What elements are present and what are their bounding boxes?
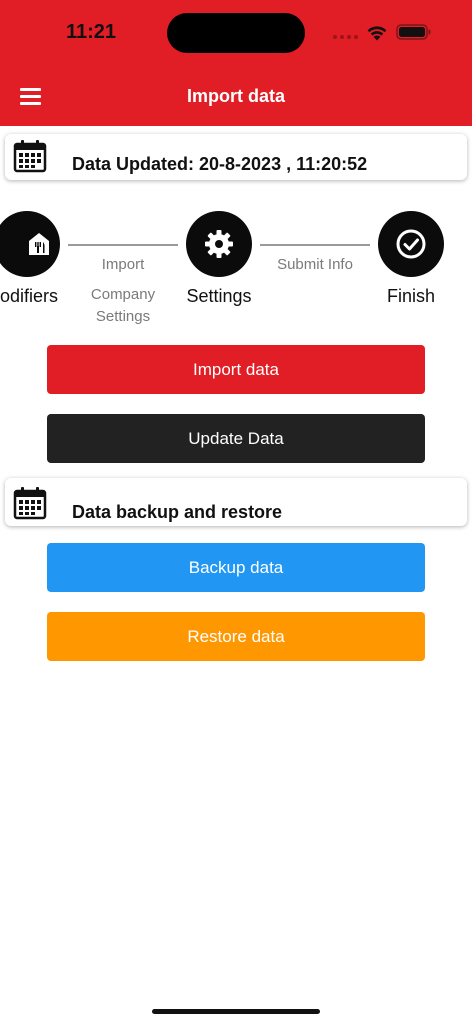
import-stepper: odifiers Import Company Settings Setting… <box>0 190 472 330</box>
backup-restore-title: Data backup and restore <box>72 502 283 522</box>
restore-data-button[interactable]: Restore data <box>47 612 425 661</box>
data-updated-card: Data Updated: 20-8-2023 , 11:20:52 <box>5 134 467 180</box>
step-finish[interactable] <box>378 211 444 277</box>
data-updated-text: Data Updated: 20-8-2023 , 11:20:52 <box>72 154 368 174</box>
import-data-button[interactable]: Import data <box>47 345 425 394</box>
app-header: 11:21 Import data <box>0 0 472 126</box>
backup-restore-card: Data backup and restore <box>5 478 467 526</box>
home-indicator[interactable] <box>152 1009 320 1014</box>
step-label-finish: Finish <box>386 286 435 306</box>
connector-line <box>68 244 178 246</box>
connector-line <box>260 244 370 246</box>
cellular-signal-icon <box>333 35 358 39</box>
connector-label-submit: Submit Info <box>277 256 353 273</box>
backup-data-button[interactable]: Backup data <box>47 543 425 592</box>
update-data-button[interactable]: Update Data <box>47 414 425 463</box>
calendar-icon <box>13 140 47 173</box>
connector-text: Import <box>101 256 145 273</box>
connector-label-import: Import Company Settings <box>68 254 178 328</box>
connector-text: Settings <box>95 308 151 325</box>
status-time: 11:21 <box>66 21 117 43</box>
check-circle-icon <box>396 229 426 259</box>
dynamic-island <box>167 13 305 53</box>
calendar-icon <box>13 487 47 520</box>
restaurant-menu-icon <box>29 233 49 255</box>
wifi-icon <box>367 26 387 41</box>
step-settings[interactable] <box>186 211 252 277</box>
step-label-settings: Settings <box>186 286 252 306</box>
gear-icon <box>205 230 233 258</box>
page-title: Import data <box>186 86 285 106</box>
step-label-modifiers: odifiers <box>0 286 59 306</box>
step-modifiers[interactable] <box>0 211 60 277</box>
connector-text: Company <box>90 286 156 303</box>
battery-icon <box>396 24 431 40</box>
